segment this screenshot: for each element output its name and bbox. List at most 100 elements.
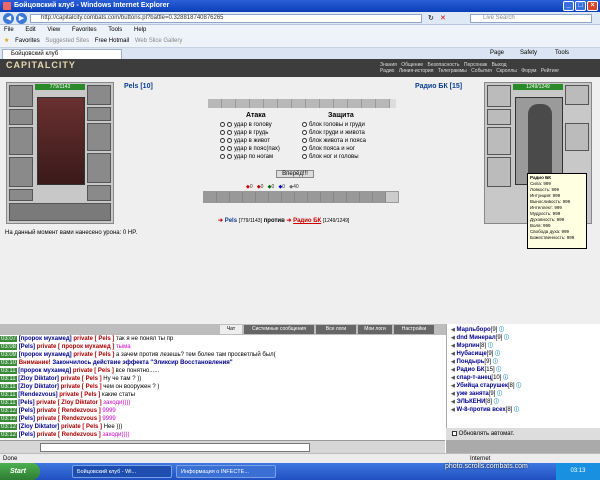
auto-update-checkbox[interactable]	[452, 430, 457, 436]
message-author[interactable]: [Pels]	[19, 432, 35, 438]
message-author[interactable]: [пророк мухамед]	[19, 352, 72, 358]
info-icon[interactable]: ⓘ	[494, 399, 499, 405]
message-private-tag[interactable]: private [ Pels ]	[73, 368, 114, 374]
bracers-slot[interactable]	[9, 109, 33, 125]
skills-bar[interactable]	[203, 191, 399, 203]
menu-edit[interactable]: Edit	[25, 27, 35, 33]
go-button[interactable]: Вперёд!!!	[276, 170, 314, 178]
user-list-item[interactable]: ◀ Радио БК[15] ⓘ	[451, 366, 600, 374]
shield-slot[interactable]	[87, 153, 111, 183]
tab-settings[interactable]: Настройки	[394, 325, 434, 334]
nav-scrolls[interactable]: Скроллы	[496, 68, 517, 74]
info-icon[interactable]: ⓘ	[516, 383, 521, 389]
message-author[interactable]: [Zloy Diktator]	[18, 384, 59, 390]
fav-link-webslice[interactable]: Web Slice Gallery	[135, 38, 183, 44]
private-msg-icon[interactable]: ◀	[451, 383, 455, 389]
page-menu[interactable]: Page	[490, 48, 504, 59]
ring-slot[interactable]	[87, 107, 111, 121]
message-private-tag[interactable]: Внимание!	[19, 360, 51, 366]
start-button[interactable]: Start	[0, 463, 40, 480]
boots-slot[interactable]	[87, 185, 111, 201]
enemy-gloves-slot[interactable]	[565, 123, 589, 151]
chat-input[interactable]	[40, 443, 310, 452]
message-author[interactable]: [Zloy Diktator]	[18, 376, 59, 382]
stop-icon[interactable]: ✕	[440, 14, 446, 22]
defense-option[interactable]: блок пояса и ног	[302, 145, 366, 153]
user-list-item[interactable]: ◀ W-8-против всех[8] ⓘ	[451, 406, 600, 414]
private-msg-icon[interactable]: ◀	[451, 407, 455, 413]
forward-icon[interactable]: ▶	[16, 13, 27, 24]
defense-option[interactable]: блок груди и живота	[302, 129, 366, 137]
defense-option[interactable]: блок живота и пояса	[302, 137, 366, 145]
attack-option[interactable]: удар в пояс(пах)	[220, 145, 280, 153]
earring-slot[interactable]	[87, 85, 111, 105]
search-input[interactable]: Live Search	[470, 14, 592, 23]
maximize-button[interactable]: □	[575, 1, 586, 11]
message-time[interactable]: 03:10	[0, 360, 18, 366]
private-msg-icon[interactable]: ◀	[451, 375, 455, 381]
private-msg-icon[interactable]: ◀	[451, 359, 455, 365]
message-time[interactable]: 03:07	[0, 336, 18, 342]
user-list-item[interactable]: ◀ ЭЛЬКЕНИ[8] ⓘ	[451, 398, 600, 406]
tab-chat[interactable]: Чат	[220, 325, 242, 334]
attack-option[interactable]: удар по ногам	[220, 153, 280, 161]
message-time[interactable]: 03:11	[0, 368, 17, 374]
info-icon[interactable]: ⓘ	[504, 335, 509, 341]
refresh-icon[interactable]: ↻	[428, 14, 434, 22]
task-info[interactable]: Информация о INFECTE...	[176, 465, 276, 478]
close-button[interactable]: ×	[587, 1, 598, 11]
nav-telegrams[interactable]: Телеграммы	[438, 68, 467, 74]
message-private-tag[interactable]: private [ Rendezvous ]	[37, 408, 101, 414]
armor-slot[interactable]	[9, 157, 33, 187]
nav-history[interactable]: Линия-история	[399, 68, 434, 74]
weapon-slot[interactable]	[9, 127, 33, 155]
user-list-item[interactable]: ◀ Убийца старушек[8] ⓘ	[451, 382, 600, 390]
tab-my-logs[interactable]: Мои логи	[358, 325, 392, 334]
menu-file[interactable]: File	[4, 27, 14, 33]
message-author[interactable]: [Pels]	[19, 416, 35, 422]
message-private-tag[interactable]: private [ Pels ]	[61, 424, 102, 430]
private-msg-icon[interactable]: ◀	[451, 399, 455, 405]
favorites-button[interactable]: Favorites	[15, 38, 40, 44]
player-avatar[interactable]	[37, 97, 85, 185]
message-private-tag[interactable]: private [ Pels ]	[73, 336, 114, 342]
attack-option[interactable]: удар в голову	[220, 121, 280, 129]
private-msg-icon[interactable]: ◀	[451, 343, 455, 349]
message-author[interactable]: [Pels]	[19, 344, 35, 350]
message-author[interactable]: [Zloy Diktator]	[19, 424, 60, 430]
info-icon[interactable]: ⓘ	[497, 391, 502, 397]
user-list-item[interactable]: ◀ Пондырь[9] ⓘ	[451, 358, 600, 366]
tab-all-logs[interactable]: Все логи	[316, 325, 356, 334]
gloves-slot[interactable]	[87, 123, 111, 151]
nav-radio[interactable]: Радио	[380, 68, 394, 74]
private-msg-icon[interactable]: ◀	[451, 335, 455, 341]
private-msg-icon[interactable]: ◀	[451, 367, 455, 373]
message-author[interactable]: [Rendezvous]	[18, 392, 57, 398]
private-msg-icon[interactable]: ◀	[451, 351, 455, 357]
message-time[interactable]: 03:12	[0, 432, 18, 438]
message-time[interactable]: 03:11	[0, 384, 17, 390]
user-list-item[interactable]: ◀ уже занята[9] ⓘ	[451, 390, 600, 398]
message-private-tag[interactable]: private [ Pels ]	[61, 376, 102, 382]
user-list-item[interactable]: ◀ спар-т-анец[10] ⓘ	[451, 374, 600, 382]
info-icon[interactable]: ⓘ	[493, 359, 498, 365]
message-time[interactable]: 03:12	[0, 424, 18, 430]
tab-system[interactable]: Системные сообщения	[244, 325, 314, 334]
message-author[interactable]: [Pels]	[18, 400, 34, 406]
helmet-slot[interactable]	[9, 85, 33, 107]
fav-link-hotmail[interactable]: Free Hotmail	[95, 38, 129, 44]
enemy-helmet-slot[interactable]	[487, 85, 511, 107]
safety-menu[interactable]: Safety	[520, 48, 537, 59]
enemy-armor-slot[interactable]	[487, 157, 511, 187]
message-author[interactable]: [пророк мухамед]	[18, 368, 71, 374]
message-private-tag[interactable]: private [ Rendezvous ]	[37, 416, 101, 422]
message-time[interactable]: 03:12	[0, 416, 18, 422]
info-icon[interactable]: ⓘ	[496, 367, 501, 373]
info-icon[interactable]: ⓘ	[499, 327, 504, 333]
belt-slot[interactable]	[9, 189, 33, 201]
address-input[interactable]: http://capitalcity.combats.com/buttons.p…	[30, 14, 422, 23]
tools-menu[interactable]: Tools	[555, 48, 569, 59]
attack-option[interactable]: удар в живот	[220, 137, 280, 145]
message-time[interactable]: 03:12	[0, 408, 18, 414]
message-time[interactable]: 03:11	[0, 392, 17, 398]
